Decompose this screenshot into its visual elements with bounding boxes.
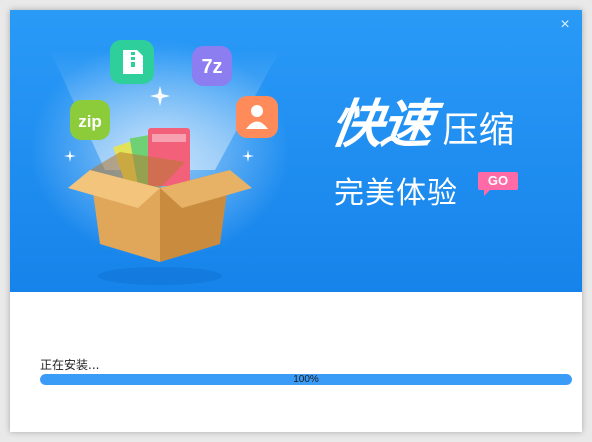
install-status-label: 正在安装... xyxy=(40,358,100,372)
sevenz-icon: 7z xyxy=(192,46,232,86)
promo-banner: zip 7z × 快速 压缩 完美体验 GO xyxy=(10,10,582,292)
go-button[interactable]: GO xyxy=(478,172,518,196)
progress-percent-label: 100% xyxy=(293,374,319,385)
headline-main: 快速 xyxy=(327,95,436,155)
headline-sub: 压缩 xyxy=(442,110,515,151)
contact-icon xyxy=(236,96,278,138)
zip-icon: zip xyxy=(70,100,110,140)
svg-text:7z: 7z xyxy=(201,56,222,78)
archive-file-icon xyxy=(110,40,154,84)
install-progress-bar: 100% xyxy=(40,374,572,385)
installer-window: zip 7z × 快速 压缩 完美体验 GO 正在安装... 100% xyxy=(10,10,582,432)
headline: 快速 压缩 xyxy=(327,82,515,157)
svg-text:zip: zip xyxy=(78,112,102,131)
close-button[interactable]: × xyxy=(556,16,574,34)
tagline: 完美体验 xyxy=(334,176,458,211)
box-shadow xyxy=(98,267,222,285)
